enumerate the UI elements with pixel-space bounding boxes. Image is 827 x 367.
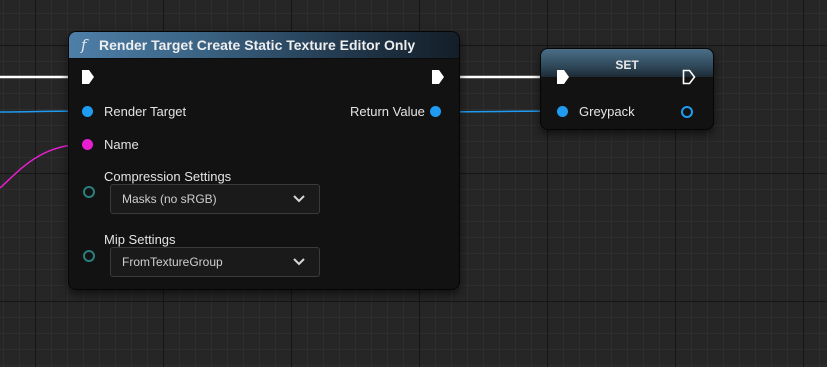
- render-target-label: Render Target: [104, 104, 187, 119]
- mip-settings-label: Mip Settings: [104, 232, 176, 247]
- exec-out-pin-icon[interactable]: [431, 69, 445, 85]
- render-target-node[interactable]: f Render Target Create Static Texture Ed…: [69, 32, 459, 289]
- name-pin-icon[interactable]: [82, 139, 93, 150]
- render-target-pin-icon[interactable]: [82, 106, 93, 117]
- mip-settings-pin-icon[interactable]: [83, 250, 95, 262]
- greypack-in-pin-icon[interactable]: [557, 106, 568, 117]
- compression-settings-value: Masks (no sRGB): [122, 192, 217, 206]
- compression-settings-label: Compression Settings: [104, 169, 232, 184]
- exec-in-pin-icon[interactable]: [81, 69, 95, 85]
- node-header[interactable]: f Render Target Create Static Texture Ed…: [69, 32, 459, 59]
- greypack-out-pin-icon[interactable]: [681, 106, 693, 118]
- greypack-label: Greypack: [579, 104, 635, 119]
- exec-out-pin-icon[interactable]: [682, 69, 696, 85]
- mip-settings-dropdown[interactable]: FromTextureGroup: [110, 247, 320, 277]
- exec-in-pin-icon[interactable]: [556, 69, 570, 85]
- compression-settings-pin-icon[interactable]: [83, 186, 95, 198]
- compression-settings-dropdown[interactable]: Masks (no sRGB): [110, 184, 320, 214]
- return-value-label: Return Value: [350, 104, 425, 119]
- function-f-icon: f: [81, 36, 87, 54]
- name-label: Name: [104, 137, 139, 152]
- chevron-down-icon: [293, 195, 305, 203]
- node-title: Render Target Create Static Texture Edit…: [99, 37, 416, 53]
- return-value-pin-icon[interactable]: [430, 106, 441, 117]
- mip-settings-value: FromTextureGroup: [122, 255, 223, 269]
- chevron-down-icon: [293, 258, 305, 266]
- set-variable-node[interactable]: SET Greypack: [541, 49, 713, 129]
